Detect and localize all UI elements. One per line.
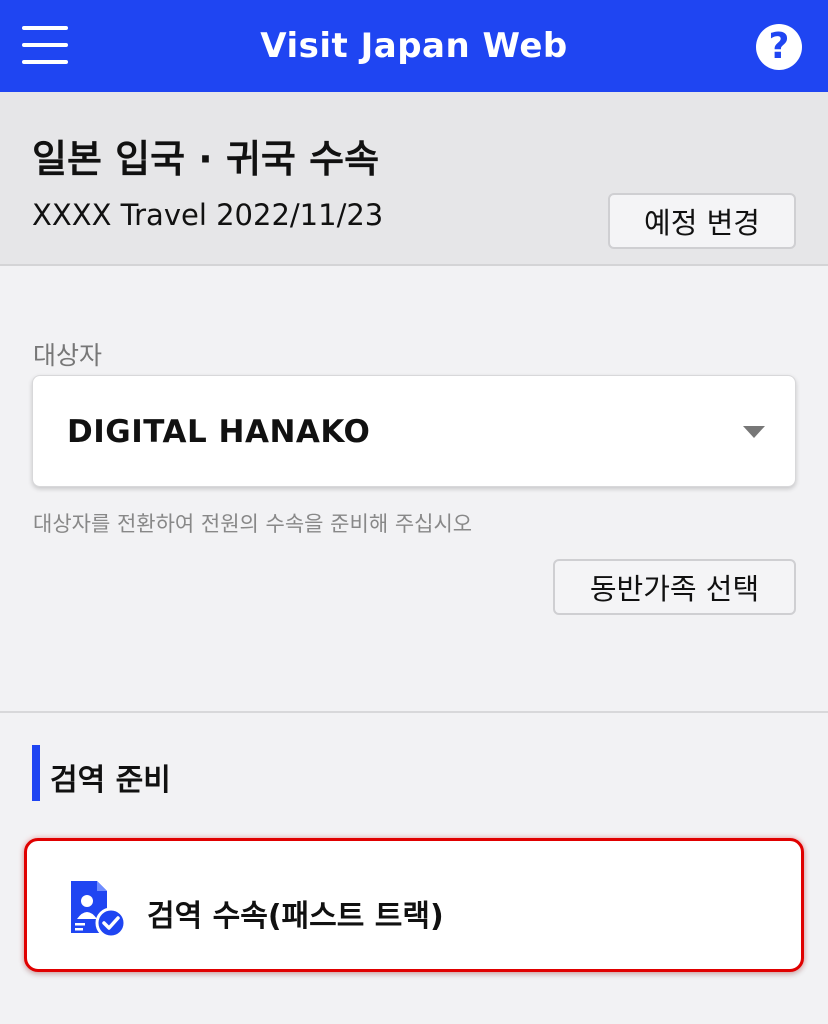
section-divider [0, 711, 828, 713]
subject-label: 대상자 [33, 341, 103, 370]
help-icon[interactable]: ? [756, 24, 802, 70]
trip-info: XXXX Travel 2022/11/23 [32, 198, 384, 232]
change-schedule-button[interactable]: 예정 변경 [608, 193, 796, 249]
section-title: 검역 준비 [50, 763, 171, 798]
menu-icon[interactable] [22, 26, 68, 64]
select-family-button[interactable]: 동반가족 선택 [553, 559, 796, 615]
quarantine-fast-track-card[interactable]: 검역 수속(패스트 트랙) [24, 838, 804, 972]
page-title: 일본 입국 · 귀국 수속 [32, 137, 380, 181]
section-accent-bar [32, 745, 40, 801]
document-check-icon [71, 881, 127, 939]
app-title: Visit Japan Web [260, 26, 568, 66]
top-app-bar: Visit Japan Web ? [0, 0, 828, 92]
subject-hint: 대상자를 전환하여 전원의 수속을 준비해 주십시오 [33, 512, 473, 536]
chevron-down-icon [743, 426, 765, 438]
subject-select[interactable]: DIGITAL HANAKO [32, 375, 796, 487]
card-label: 검역 수속(패스트 트랙) [147, 899, 444, 934]
subject-selected-value: DIGITAL HANAKO [67, 414, 371, 450]
